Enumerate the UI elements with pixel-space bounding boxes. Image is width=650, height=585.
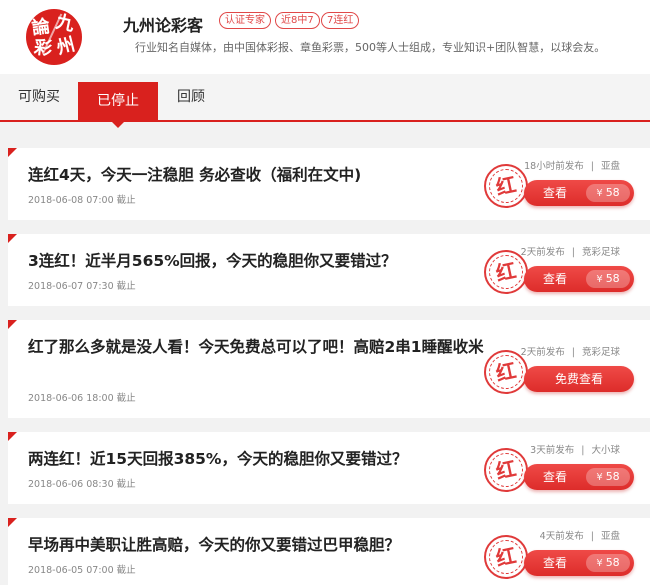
price-tag: ¥58 [586,468,630,486]
post-publish-info: 18小时前发布 | 亚盘 [524,161,620,172]
corner-marker [8,432,17,441]
corner-marker [8,320,17,329]
post-title[interactable]: 连红4天，今天一注稳胆 务必查收（福利在文中) [28,162,490,188]
post-time: 18:00 [86,393,114,404]
tab-review[interactable]: 回顾 [158,74,224,120]
tab-stopped[interactable]: 已停止 [78,82,158,128]
post-status: 截止 [116,281,136,292]
account-header: 論 九 彩 州 九州论彩客 认证专家 近8中7 7连红 行业知名自媒体，由中国体… [0,0,650,74]
post-deadline: 2018-06-06 18:00 截止 [28,390,136,404]
view-button[interactable]: 查看 ¥58 [524,180,634,206]
view-button[interactable]: 查看 ¥58 [524,464,634,490]
corner-marker [8,234,17,243]
red-stamp-icon: 红 [484,448,528,492]
logo-char: 論 [30,15,52,40]
price-tag: ¥58 [586,184,630,202]
view-label: 查看 [542,186,567,200]
post-card[interactable]: 两连红！近15天回报385%，今天的稳胆你又要错过？ 2018-06-06 08… [8,432,650,504]
free-view-button[interactable]: 免费查看 [524,366,634,392]
post-publish-info: 3天前发布 | 大小球 [530,445,620,456]
publish-time: 2天前发布 [520,247,565,258]
post-card[interactable]: 早场再中美职让胜高赔，今天的你又要错过巴甲稳胆？ 2018-06-05 07:0… [8,518,650,585]
post-publish-info: 2天前发布 | 竞彩足球 [520,347,620,358]
view-label: 查看 [542,470,567,484]
post-card[interactable]: 连红4天，今天一注稳胆 务必查收（福利在文中) 2018-06-08 07:00… [8,148,650,220]
post-status: 截止 [116,479,136,490]
post-date: 2018-06-06 [28,393,84,404]
post-title[interactable]: 3连红！近半月565%回报，今天的稳胆你又要错过？ [28,248,490,274]
post-title[interactable]: 红了那么多就是没人看！今天免费总可以了吧！高赔2串1睡醒收米 [28,334,490,360]
logo-char: 彩 [33,37,54,60]
corner-marker [8,148,17,157]
account-name: 九州论彩客 [123,16,204,35]
post-category: 亚盘 [600,531,620,542]
logo-char: 九 [54,11,77,36]
account-logo[interactable]: 論 九 彩 州 [26,9,82,65]
account-description: 行业知名自媒体，由中国体彩报、章鱼彩票，500等人士组成，专业知识+团队智慧，以… [135,41,606,54]
publish-time: 4天前发布 [539,531,584,542]
red-stamp-icon: 红 [484,164,528,208]
publish-time: 3天前发布 [530,445,575,456]
price-tag: ¥58 [586,270,630,288]
post-date: 2018-06-05 [28,565,84,576]
post-date: 2018-06-07 [28,281,84,292]
post-category: 竞彩足球 [581,347,620,358]
view-button[interactable]: 查看 ¥58 [524,550,634,576]
post-date: 2018-06-08 [28,195,84,206]
post-card[interactable]: 红了那么多就是没人看！今天免费总可以了吧！高赔2串1睡醒收米 2018-06-0… [8,320,650,418]
corner-marker [8,518,17,527]
view-label: 查看 [542,556,567,570]
tab-available[interactable]: 可购买 [0,74,78,120]
post-publish-info: 4天前发布 | 亚盘 [539,531,620,542]
post-category: 亚盘 [600,161,620,172]
post-title[interactable]: 两连红！近15天回报385%，今天的稳胆你又要错过？ [28,446,490,472]
red-stamp-icon: 红 [484,535,528,579]
red-stamp-icon: 红 [484,250,528,294]
publish-time: 2天前发布 [520,347,565,358]
post-time: 08:30 [86,479,114,490]
post-time: 07:00 [86,195,114,206]
red-stamp-icon: 红 [484,350,528,394]
post-date: 2018-06-06 [28,479,84,490]
publish-time: 18小时前发布 [524,161,584,172]
post-status: 截止 [116,565,136,576]
tab-bar: 可购买 已停止 回顾 [0,74,650,128]
post-category: 大小球 [591,445,620,456]
post-publish-info: 2天前发布 | 竞彩足球 [520,247,620,258]
price-tag: ¥58 [586,554,630,572]
post-status: 截止 [116,195,136,206]
view-button[interactable]: 查看 ¥58 [524,266,634,292]
post-time: 07:00 [86,565,114,576]
post-deadline: 2018-06-06 08:30 截止 [28,476,136,490]
post-card[interactable]: 3连红！近半月565%回报，今天的稳胆你又要错过？ 2018-06-07 07:… [8,234,650,306]
post-title[interactable]: 早场再中美职让胜高赔，今天的你又要错过巴甲稳胆？ [28,532,490,558]
view-label: 查看 [542,272,567,286]
post-status: 截止 [116,393,136,404]
post-category: 竞彩足球 [581,247,620,258]
post-time: 07:30 [86,281,114,292]
post-deadline: 2018-06-08 07:00 截止 [28,192,136,206]
post-deadline: 2018-06-07 07:30 截止 [28,278,136,292]
record-badge: 近8中7 [275,12,320,29]
verified-expert-badge: 认证专家 [219,12,271,29]
streak-badge: 7连红 [321,12,360,29]
post-deadline: 2018-06-05 07:00 截止 [28,562,136,576]
